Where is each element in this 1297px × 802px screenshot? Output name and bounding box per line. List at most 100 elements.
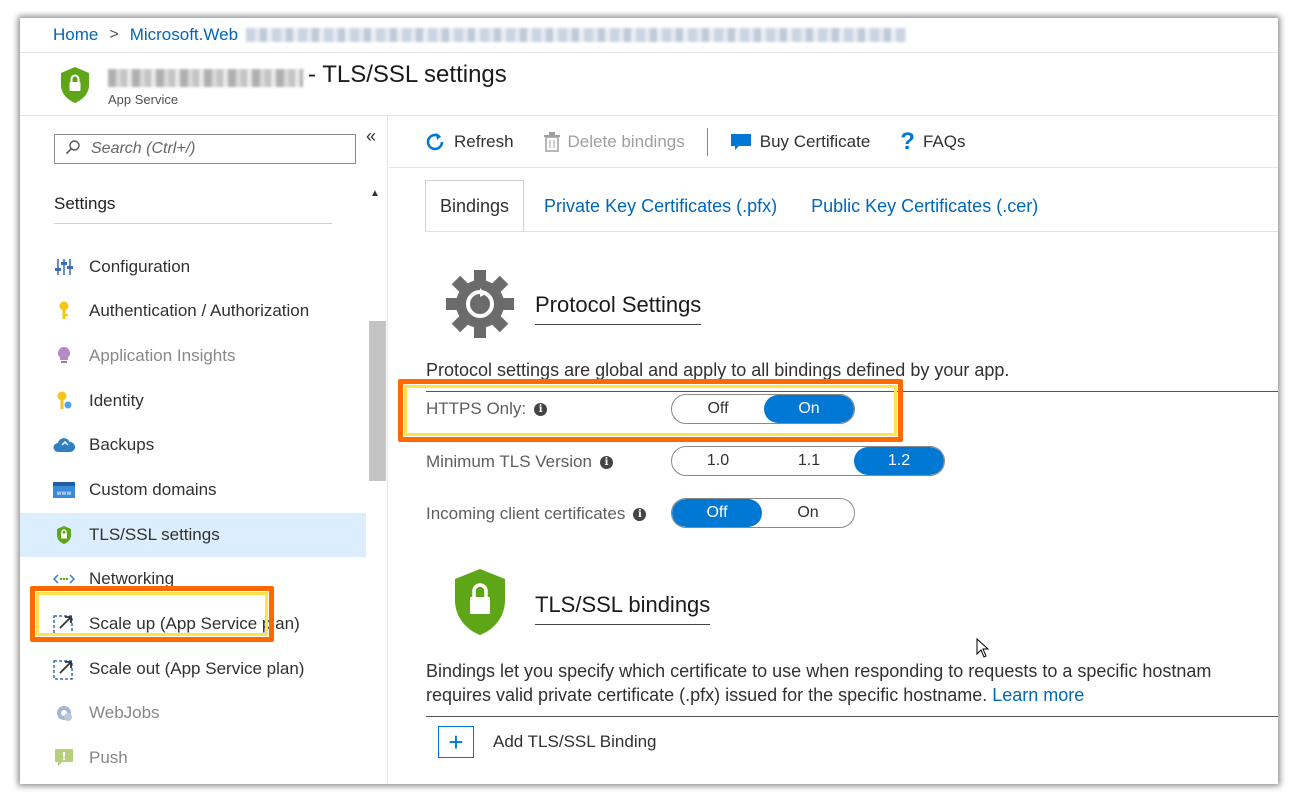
sidebar-item-push[interactable]: Push: [20, 736, 366, 780]
tab-private-key-certificates[interactable]: Private Key Certificates (.pfx): [530, 180, 791, 232]
client-certs-off-option[interactable]: Off: [672, 499, 762, 527]
tls-shield-icon: [454, 568, 506, 641]
certificate-icon: [730, 133, 752, 151]
sidebar-item-webjobs[interactable]: WebJobs: [20, 691, 366, 735]
sidebar-item-label: Identity: [89, 391, 144, 410]
min-tls-label: Minimum TLS Version: [426, 452, 592, 471]
sidebar-item-authentication[interactable]: Authentication / Authorization: [20, 289, 366, 333]
breadcrumb-redacted-text: [246, 28, 907, 42]
protocol-settings-heading: Protocol Settings: [535, 292, 702, 325]
sidebar-item-label: TLS/SSL settings: [89, 525, 220, 544]
sidebar-item-label: Scale up (App Service plan): [89, 614, 300, 633]
tabs-divider: [425, 231, 1278, 232]
tab-bindings[interactable]: Bindings: [425, 180, 525, 232]
cloud-backup-icon: [53, 434, 75, 456]
sidebar-item-label: Configuration: [89, 257, 191, 276]
sidebar-scrollbar-thumb[interactable]: [369, 321, 386, 481]
push-notification-icon: [53, 747, 75, 769]
https-only-on-option[interactable]: On: [764, 395, 854, 423]
scroll-up-arrow-icon[interactable]: ▲: [370, 188, 380, 199]
sidebar-search[interactable]: [54, 134, 356, 164]
key-icon: [53, 300, 75, 322]
app-service-shield-icon: [60, 66, 90, 109]
breadcrumb-separator: >: [109, 26, 119, 43]
buy-certificate-label: Buy Certificate: [759, 131, 871, 151]
svg-text:www: www: [57, 490, 72, 497]
breadcrumb-home-link[interactable]: Home: [53, 25, 98, 45]
bindings-description-line1: Bindings let you specify which certifica…: [426, 661, 1212, 681]
command-toolbar: Refresh Delete bindings Buy Certificate …: [389, 116, 1278, 168]
shield-lock-icon: [53, 524, 75, 546]
sidebar-item-label: WebJobs: [89, 703, 160, 722]
sidebar-item-application-insights[interactable]: Application Insights: [20, 334, 366, 378]
refresh-icon: [424, 131, 446, 153]
tls-option-1-1[interactable]: 1.1: [764, 447, 854, 475]
https-only-off-option[interactable]: Off: [672, 395, 764, 423]
breadcrumb-resource-link[interactable]: Microsoft.Web: [130, 25, 238, 45]
network-arrows-icon: [53, 568, 75, 590]
https-only-label-row: HTTPS Only: i: [426, 399, 548, 419]
plus-icon: +: [438, 726, 474, 758]
sidebar-item-identity[interactable]: Identity: [20, 379, 366, 423]
client-certs-toggle[interactable]: Off On: [671, 498, 855, 528]
https-only-toggle[interactable]: Off On: [671, 394, 855, 424]
sidebar-item-label: Authentication / Authorization: [89, 301, 310, 320]
protocol-description: Protocol settings are global and apply t…: [426, 360, 1010, 380]
sidebar: « ▲ Settings Configuration Authenticatio…: [20, 116, 388, 784]
delete-bindings-label: Delete bindings: [567, 131, 685, 151]
www-icon: www: [53, 479, 75, 501]
sidebar-item-label: Scale out (App Service plan): [89, 659, 305, 678]
lightbulb-icon: [53, 345, 75, 367]
sidebar-item-tls-ssl-settings[interactable]: TLS/SSL settings: [20, 513, 366, 557]
mouse-pointer-icon: [976, 637, 990, 663]
section-divider: [54, 223, 332, 224]
client-certs-label-row: Incoming client certificates i: [426, 504, 647, 524]
info-icon[interactable]: i: [633, 507, 647, 521]
add-tls-ssl-binding-button[interactable]: + Add TLS/SSL Binding: [438, 726, 657, 758]
client-certs-on-option[interactable]: On: [762, 499, 854, 527]
add-binding-label: Add TLS/SSL Binding: [493, 732, 657, 751]
sidebar-item-label: Backups: [89, 435, 155, 454]
search-input[interactable]: [91, 140, 341, 158]
sidebar-item-custom-domains[interactable]: www Custom domains: [20, 468, 366, 512]
breadcrumb: Home > Microsoft.Web: [20, 18, 1278, 53]
min-tls-version-selector[interactable]: 1.0 1.1 1.2: [671, 446, 945, 476]
faqs-label: FAQs: [922, 131, 966, 151]
refresh-label: Refresh: [454, 131, 514, 151]
sidebar-item-scale-up[interactable]: Scale up (App Service plan): [20, 602, 366, 646]
redacted-app-name: [108, 69, 303, 87]
gear-icon: [444, 268, 516, 345]
sidebar-item-configuration[interactable]: Configuration: [20, 245, 366, 289]
buy-certificate-button[interactable]: Buy Certificate: [730, 131, 871, 152]
sidebar-item-networking[interactable]: Networking: [20, 557, 366, 601]
sidebar-item-label: Application Insights: [89, 346, 236, 365]
faqs-button[interactable]: ? FAQs: [900, 128, 965, 156]
sidebar-item-scale-out[interactable]: Scale out (App Service plan): [20, 647, 366, 691]
collapse-sidebar-icon[interactable]: «: [366, 126, 376, 147]
bindings-description-line2: requires valid private certificate (.pfx…: [426, 682, 1084, 708]
webjobs-gear-icon: [53, 702, 75, 724]
configuration-sliders-icon: [53, 256, 75, 278]
page-title: - TLS/SSL settings: [308, 61, 507, 88]
tab-strip: Bindings Private Key Certificates (.pfx)…: [425, 180, 1052, 232]
sidebar-item-backups[interactable]: Backups: [20, 423, 366, 467]
learn-more-link[interactable]: Learn more: [992, 685, 1084, 705]
scale-up-icon: [53, 613, 75, 635]
https-only-label: HTTPS Only:: [426, 399, 527, 418]
search-icon: [65, 139, 81, 160]
refresh-button[interactable]: Refresh: [424, 131, 514, 153]
bindings-description-text: requires valid private certificate (.pfx…: [426, 685, 988, 705]
delete-bindings-button[interactable]: Delete bindings: [543, 131, 685, 152]
tls-option-1-0[interactable]: 1.0: [672, 447, 764, 475]
min-tls-label-row: Minimum TLS Version i: [426, 452, 613, 472]
sidebar-item-label: Custom domains: [89, 480, 217, 499]
page-header: - TLS/SSL settings App Service: [20, 54, 1278, 116]
page-subtitle: App Service: [108, 92, 179, 107]
tab-public-key-certificates[interactable]: Public Key Certificates (.cer): [797, 180, 1052, 232]
scale-out-icon: [53, 658, 75, 680]
bindings-divider: [426, 716, 1278, 717]
tls-option-1-2[interactable]: 1.2: [854, 447, 944, 475]
question-mark-icon: ?: [900, 127, 915, 155]
info-icon[interactable]: i: [534, 402, 548, 416]
info-icon[interactable]: i: [599, 455, 613, 469]
